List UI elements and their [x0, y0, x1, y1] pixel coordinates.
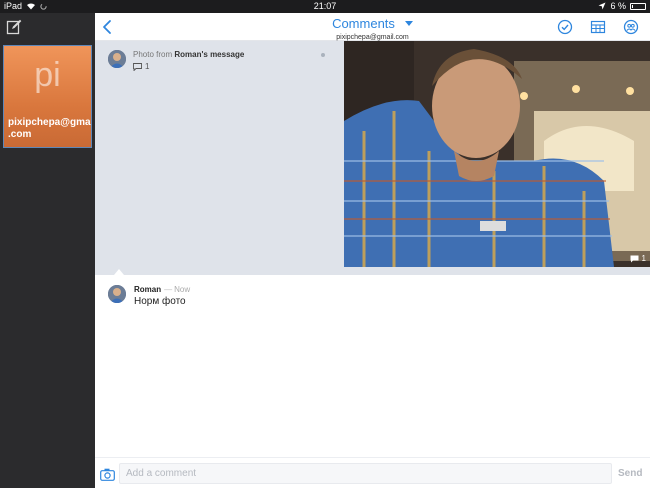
- checkmark-icon[interactable]: [557, 19, 573, 35]
- battery-text: 6 %: [610, 1, 626, 11]
- compose-icon[interactable]: [6, 19, 22, 35]
- battery-icon: [630, 2, 646, 10]
- avatar: [108, 50, 126, 68]
- comment-input[interactable]: [119, 463, 612, 484]
- comment-bubble-icon: [630, 255, 639, 262]
- status-bar: iPad 21:07 6 %: [0, 0, 650, 13]
- top-bar: Comments pixipchepa@gmail.com: [95, 13, 650, 41]
- photo-caption: Photo from Roman's message: [133, 50, 245, 59]
- comment-bubble-icon: [133, 62, 142, 71]
- comment-text: Норм фото: [134, 296, 186, 307]
- status-time: 21:07: [313, 1, 337, 11]
- comment-composer: Send: [95, 457, 650, 488]
- comment-pointer: [114, 269, 124, 275]
- attached-photo[interactable]: 1: [344, 41, 650, 267]
- message-card[interactable]: Photo from Roman's message 1 1: [95, 41, 650, 275]
- page-title: Comments: [332, 16, 395, 31]
- people-icon[interactable]: [623, 19, 639, 35]
- account-email: pixipchepa@gmail .com: [8, 117, 92, 140]
- account-tile[interactable]: pi pixipchepa@gmail .com: [3, 45, 92, 148]
- account-initials: pi: [34, 56, 61, 94]
- sidebar: pi pixipchepa@gmail .com: [0, 13, 95, 488]
- comment-author: Roman — Now: [134, 285, 191, 294]
- camera-icon[interactable]: [100, 468, 115, 481]
- comment-count: 1: [133, 62, 149, 71]
- unread-dot: [321, 53, 325, 57]
- page-subtitle: pixipchepa@gmail.com: [336, 34, 409, 41]
- chevron-down-icon: [404, 21, 413, 27]
- comments-panel: Comments pixipchepa@gmail.com Photo from: [95, 13, 650, 488]
- photo-source[interactable]: Roman's message: [174, 50, 244, 59]
- calendar-grid-icon[interactable]: [590, 19, 606, 35]
- send-button[interactable]: Send: [618, 468, 642, 479]
- comment-time: Now: [174, 285, 191, 294]
- photo-comment-count: 1: [630, 254, 646, 263]
- avatar: [108, 285, 126, 303]
- location-icon: [598, 2, 606, 10]
